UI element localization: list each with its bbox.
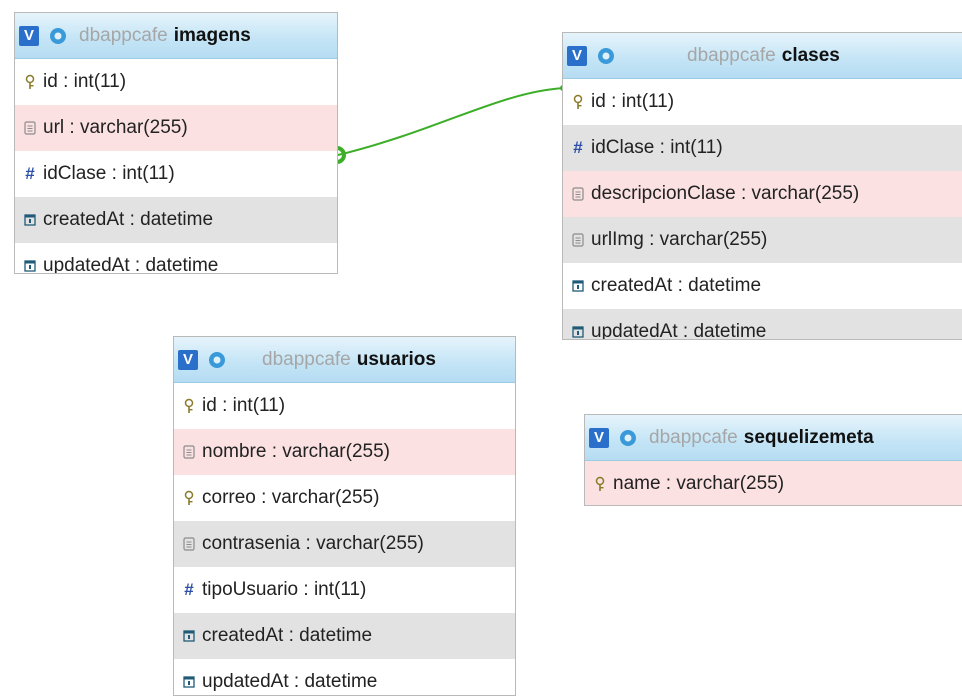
field-list: name : varchar(255) [585,461,962,505]
field-row[interactable]: createdAt : datetime [174,613,515,659]
table-header[interactable]: V dbappcafe usuarios [174,337,515,383]
field-label: url : varchar(255) [43,117,188,138]
toggle-button[interactable]: V [178,349,198,370]
key-icon [23,72,37,92]
table-imagens[interactable]: V dbappcafe imagens id : int(11) url : va… [14,12,338,274]
field-label: idClase : int(11) [43,163,175,184]
field-label: idClase : int(11) [591,137,723,158]
field-row[interactable]: name : varchar(255) [585,461,962,505]
field-row[interactable]: createdAt : datetime [15,197,337,243]
gear-icon[interactable] [47,25,69,47]
field-label: updatedAt : datetime [43,255,219,274]
key-icon [182,488,196,508]
database-name: dbappcafe [262,348,351,370]
table-name[interactable]: sequelizemeta [744,427,874,449]
field-row[interactable]: id : int(11) [563,79,962,125]
field-label: tipoUsuario : int(11) [202,579,367,600]
field-row[interactable]: id : int(11) [15,59,337,105]
field-label: createdAt : datetime [202,625,373,646]
text-field-icon [182,442,196,462]
text-field-icon [571,184,585,204]
field-label: urlImg : varchar(255) [591,229,768,250]
gear-icon[interactable] [595,45,617,67]
toggle-button[interactable]: V [567,45,587,66]
field-label: createdAt : datetime [591,275,762,296]
datetime-icon [182,672,196,692]
hash-icon: # [25,164,35,183]
field-row[interactable]: # idClase : int(11) [15,151,337,197]
text-field-icon [571,230,585,250]
datetime-icon [571,276,585,296]
key-icon [593,474,607,494]
table-name[interactable]: clases [782,45,840,67]
field-list: id : int(11) # idClase : int(11) descripcio… [563,79,962,340]
field-label: name : varchar(255) [613,473,785,494]
table-name[interactable]: usuarios [357,349,436,371]
field-row[interactable]: id : int(11) [174,383,515,429]
field-label: id : int(11) [202,395,286,416]
field-row[interactable]: nombre : varchar(255) [174,429,515,475]
table-clases[interactable]: V dbappcafe clases id : int(11) # idClase … [562,32,962,340]
field-label: id : int(11) [591,91,675,112]
relation-line-imagens-clases[interactable] [337,87,565,156]
field-row[interactable]: updatedAt : datetime [174,659,515,695]
field-label: createdAt : datetime [43,209,214,230]
gear-icon[interactable] [206,349,228,371]
field-label: descripcionClase : varchar(255) [591,183,860,204]
field-row[interactable]: createdAt : datetime [563,263,962,309]
field-label: updatedAt : datetime [202,671,378,692]
field-row[interactable]: urlImg : varchar(255) [563,217,962,263]
field-row[interactable]: contrasenia : varchar(255) [174,521,515,567]
table-name[interactable]: imagens [174,25,251,47]
database-name: dbappcafe [79,24,168,46]
field-label: correo : varchar(255) [202,487,380,508]
hash-icon: # [184,580,194,599]
hash-icon: # [573,138,583,157]
field-label: nombre : varchar(255) [202,441,390,462]
gear-icon[interactable] [617,427,639,449]
datetime-icon [571,322,585,339]
field-row[interactable]: url : varchar(255) [15,105,337,151]
field-label: contrasenia : varchar(255) [202,533,424,554]
table-header[interactable]: V dbappcafe imagens [15,13,337,59]
text-field-icon [23,118,37,138]
field-list: id : int(11) nombre : varchar(255) correo … [174,383,515,695]
database-name: dbappcafe [687,44,776,66]
table-sequelizemeta[interactable]: V dbappcafe sequelizemeta name : varchar… [584,414,962,506]
datetime-icon [23,210,37,230]
datetime-icon [23,256,37,273]
toggle-button[interactable]: V [19,25,39,46]
datetime-icon [182,626,196,646]
field-row[interactable]: correo : varchar(255) [174,475,515,521]
field-row[interactable]: updatedAt : datetime [563,309,962,340]
key-icon [182,396,196,416]
field-row[interactable]: updatedAt : datetime [15,243,337,274]
field-row[interactable]: # idClase : int(11) [563,125,962,171]
table-header[interactable]: V dbappcafe sequelizemeta [585,415,962,461]
toggle-button[interactable]: V [589,427,609,448]
field-label: id : int(11) [43,71,127,92]
table-usuarios[interactable]: V dbappcafe usuarios id : int(11) nombre … [173,336,516,696]
field-row[interactable]: descripcionClase : varchar(255) [563,171,962,217]
field-list: id : int(11) url : varchar(255) # idClase :… [15,59,337,274]
table-header[interactable]: V dbappcafe clases [563,33,962,79]
field-label: updatedAt : datetime [591,321,767,340]
key-icon [571,92,585,112]
database-name: dbappcafe [649,426,738,448]
text-field-icon [182,534,196,554]
field-row[interactable]: # tipoUsuario : int(11) [174,567,515,613]
